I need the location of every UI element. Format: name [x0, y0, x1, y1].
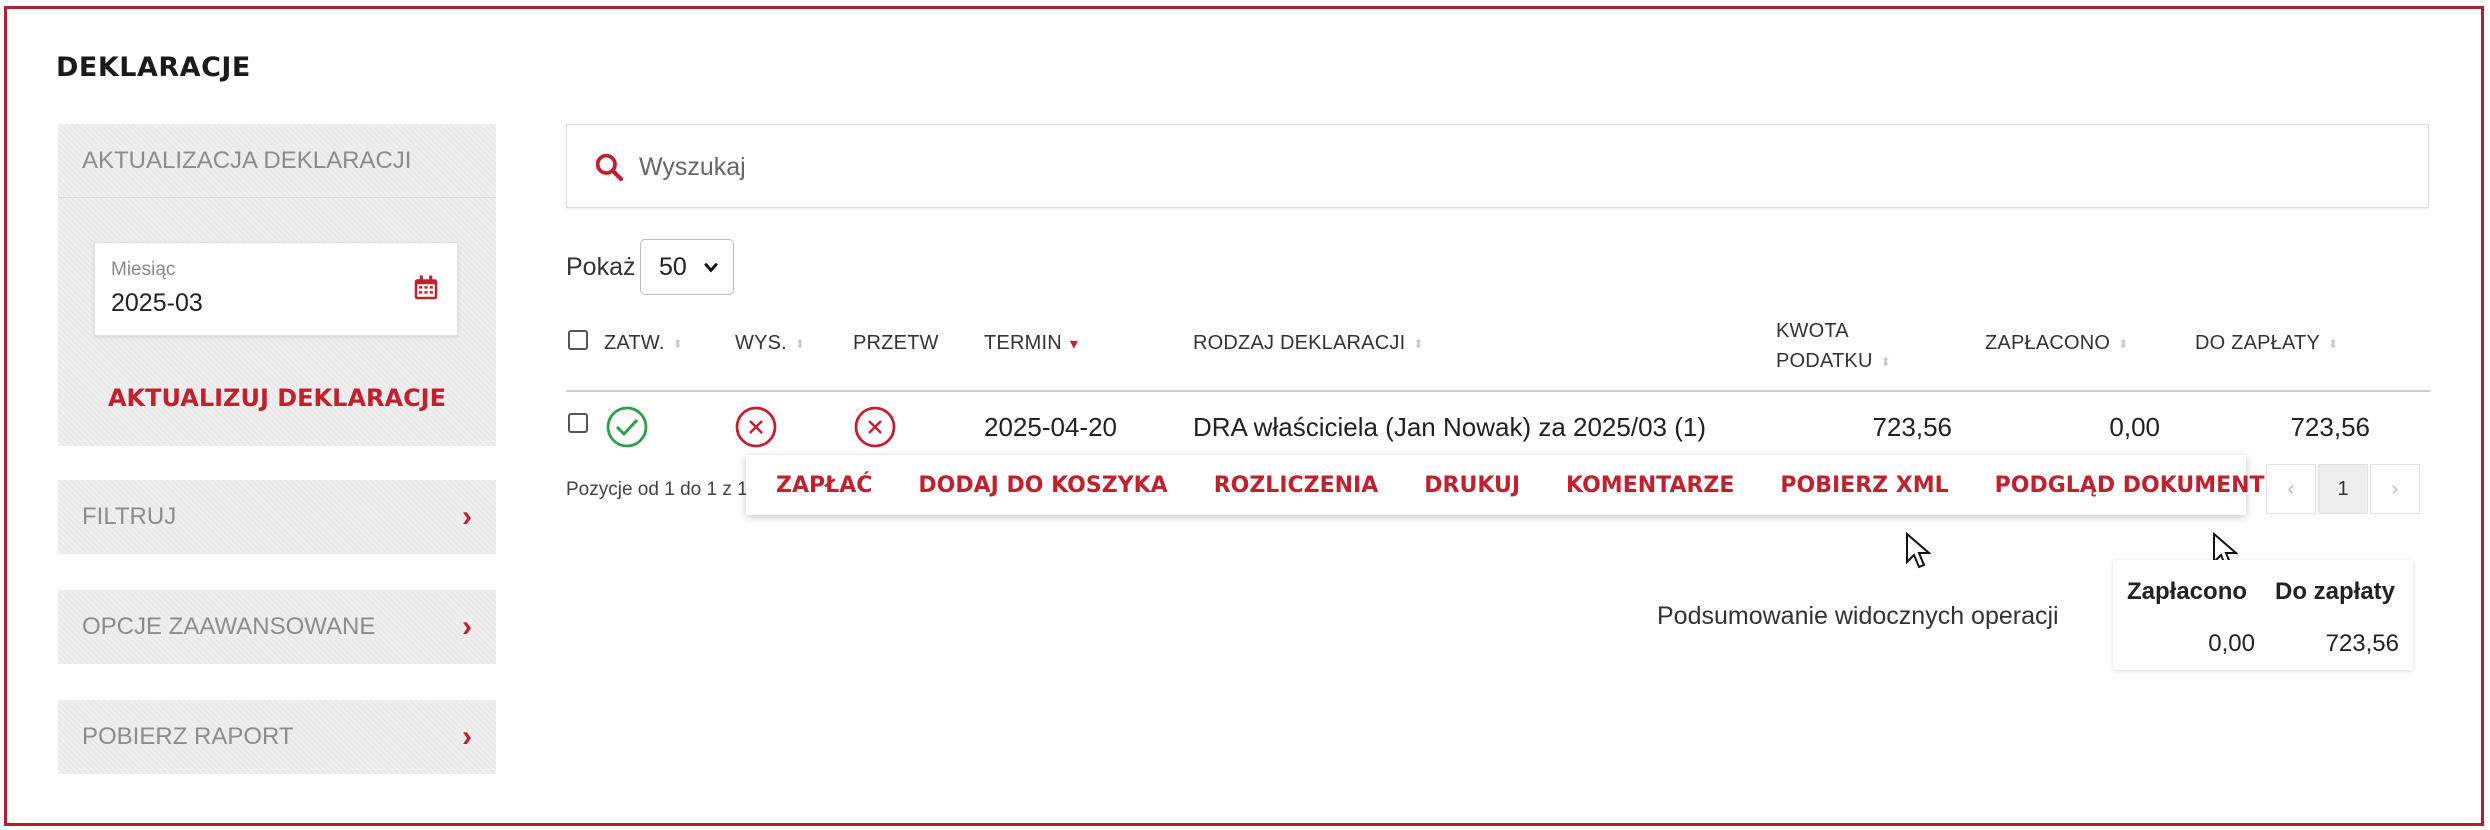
cell-paid: 0,00 [2109, 412, 2160, 442]
cell-tax-amount: 723,56 [1872, 412, 1952, 442]
column-header-paid[interactable]: ZAPŁACONO ⬍ [1985, 332, 2128, 355]
sort-icon: ⬍ [672, 336, 683, 351]
action-print[interactable]: DRUKUJ [1424, 473, 1520, 498]
cell-declaration-type: DRA właściciela (Jan Nowak) za 2025/03 (… [1193, 412, 1706, 442]
month-field[interactable]: Miesiąc 2025-03 [94, 242, 458, 336]
positions-info: Pozycje od 1 do 1 z 1 [566, 479, 748, 500]
cell-deadline: 2025-04-20 [984, 412, 1117, 442]
column-header-approved[interactable]: ZATW. ⬍ [604, 332, 683, 355]
sort-icon: ⬍ [2328, 336, 2339, 351]
summary-label: Podsumowanie widocznych operacji [1657, 602, 2059, 630]
table-header-divider [566, 390, 2430, 392]
check-circle-icon [606, 406, 648, 448]
sort-icon: ⬍ [1880, 354, 1891, 369]
row-actions-menu: ZAPŁAĆ DODAJ DO KOSZYKA ROZLICZENIA DRUK… [746, 455, 2282, 515]
summary-table: Zapłacono Do zapłaty 0,00 723,56 [2113, 560, 2413, 670]
search-icon [595, 153, 624, 182]
page-size-value: 50 [659, 252, 687, 281]
update-panel: AKTUALIZACJA DEKLARACJI Miesiąc 2025-03 … [58, 124, 496, 446]
chevron-down-icon [704, 262, 718, 273]
column-header-sent[interactable]: WYS. ⬍ [735, 332, 805, 355]
pagination-prev[interactable]: ‹ [2266, 464, 2316, 514]
advanced-options-label: OPCJE ZAAWANSOWANE [82, 613, 376, 640]
summary-paid-header: Zapłacono [2127, 578, 2248, 605]
action-pay[interactable]: ZAPŁAĆ [776, 473, 872, 498]
summary-due-header: Do zapłaty [2275, 578, 2396, 605]
column-header-processed[interactable]: PRZETW [853, 332, 939, 355]
filter-label: FILTRUJ [82, 503, 177, 530]
pagination-page[interactable]: 1 [2318, 464, 2368, 514]
action-settlements[interactable]: ROZLICZENIA [1214, 473, 1379, 498]
chevron-right-icon: › [462, 720, 472, 753]
action-preview-document[interactable]: PODGLĄD DOKUMENTU [1995, 473, 2283, 498]
download-report-label: POBIERZ RAPORT [82, 723, 294, 750]
column-header-due[interactable]: DO ZAPŁATY ⬍ [2195, 332, 2338, 355]
page-title: DEKLARACJE [56, 52, 251, 83]
action-download-xml[interactable]: POBIERZ XML [1780, 473, 1948, 498]
sort-icon: ⬍ [2118, 336, 2129, 351]
calendar-icon[interactable] [411, 273, 441, 303]
search-input[interactable] [639, 143, 2339, 191]
update-panel-title: AKTUALIZACJA DEKLARACJI [58, 124, 496, 198]
action-comments[interactable]: KOMENTARZE [1566, 473, 1734, 498]
x-circle-icon [735, 406, 777, 448]
page-size-select[interactable]: 50 [640, 239, 734, 295]
select-all-checkbox[interactable] [568, 330, 588, 350]
advanced-options-section[interactable]: OPCJE ZAAWANSOWANE › [58, 590, 496, 664]
month-label: Miesiąc [111, 259, 176, 280]
month-value[interactable]: 2025-03 [111, 289, 203, 318]
download-report-section[interactable]: POBIERZ RAPORT › [58, 700, 496, 774]
x-circle-icon [854, 406, 896, 448]
filter-section[interactable]: FILTRUJ › [58, 480, 496, 554]
sort-icon: ⬍ [1413, 336, 1424, 351]
action-add-to-cart[interactable]: DODAJ DO KOSZYKA [918, 473, 1167, 498]
chevron-right-icon: › [462, 610, 472, 643]
mouse-cursor-icon [1906, 532, 1931, 569]
update-declarations-button[interactable]: AKTUALIZUJ DEKLARACJE [58, 384, 496, 412]
summary-due-value: 723,56 [2325, 630, 2399, 657]
summary-paid-value: 0,00 [2208, 630, 2255, 657]
search-bar [566, 124, 2429, 208]
chevron-right-icon: › [462, 500, 472, 533]
column-header-tax-amount[interactable]: KWOTA PODATKU ⬍ [1776, 316, 1891, 376]
row-checkbox[interactable] [568, 413, 588, 433]
show-label: Pokaż [566, 253, 636, 281]
pagination-next[interactable]: › [2370, 464, 2420, 514]
sort-icon: ⬍ [794, 336, 806, 351]
sort-desc-icon: ▾ [1069, 335, 1079, 353]
cell-due: 723,56 [2290, 412, 2370, 442]
column-header-deadline[interactable]: TERMIN ▾ [984, 332, 1078, 355]
column-header-declaration-type[interactable]: RODZAJ DEKLARACJI ⬍ [1193, 332, 1424, 355]
